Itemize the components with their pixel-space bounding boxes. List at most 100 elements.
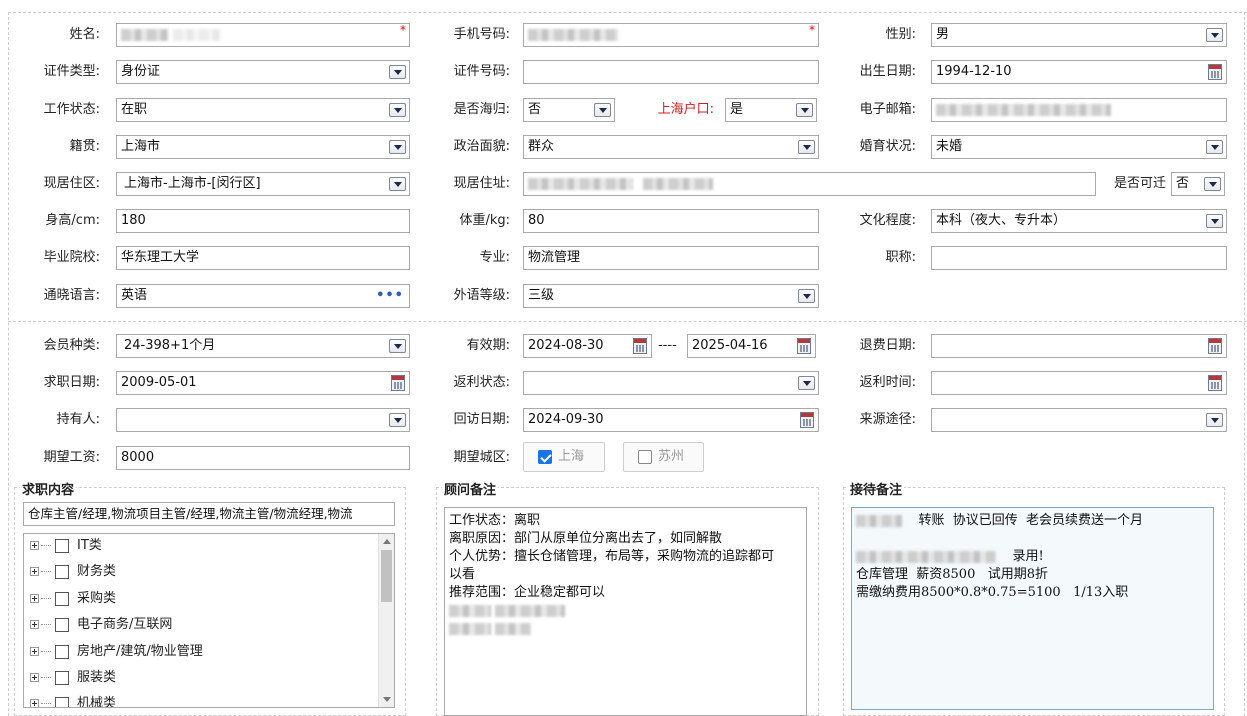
expand-icon[interactable] [30, 620, 39, 629]
checkbox-icon[interactable] [55, 697, 69, 707]
scroll-down-icon[interactable] [383, 697, 391, 702]
education-select[interactable]: 本科（夜大、专升本） [931, 209, 1227, 233]
dropdown-arrow-icon[interactable] [1204, 177, 1221, 191]
redacted-line [449, 602, 802, 620]
refund-date-field[interactable] [931, 334, 1227, 358]
residence-area-select[interactable]: 上海市-上海市-[闵行区] [116, 172, 410, 196]
relocatable-value: 否 [1176, 176, 1190, 191]
dropdown-arrow-icon[interactable] [389, 177, 406, 191]
reception-notes-textarea[interactable]: 转账 协议已回传 老会员续费送一个月 录用! 仓库管理 薪资8500 试用期8折需… [851, 507, 1214, 710]
languages-value: 英语 [121, 288, 148, 303]
work-status-select[interactable]: 在职 [116, 98, 410, 122]
dropdown-arrow-icon[interactable] [1206, 140, 1223, 154]
residence-area-value: 上海市-上海市-[闵行区] [124, 176, 261, 191]
scroll-up-icon[interactable] [383, 539, 391, 544]
email-field[interactable] [931, 98, 1227, 122]
city-option-suzhou[interactable]: 苏州 [623, 442, 704, 472]
note-line: 个人优势：擅长仓储管理，布局等，采购物流的追踪都可 [449, 549, 775, 564]
redacted-text [936, 103, 1111, 116]
gender-value: 男 [936, 27, 950, 42]
language-level-select[interactable]: 三级 [523, 284, 819, 308]
expand-icon[interactable] [30, 541, 39, 550]
height-value: 180 [121, 213, 146, 228]
major-field[interactable]: 物流管理 [523, 246, 819, 270]
dropdown-arrow-icon[interactable] [798, 376, 815, 390]
expand-icon[interactable] [30, 567, 39, 576]
source-select[interactable] [931, 408, 1227, 432]
mobile-field[interactable]: * [523, 23, 819, 47]
calendar-icon[interactable] [797, 338, 811, 354]
dropdown-arrow-icon[interactable] [594, 103, 611, 117]
refund-date-label: 退费日期: [859, 338, 916, 353]
shanghai-hukou-label: 上海户口: [657, 102, 714, 117]
tree-scrollbar[interactable] [378, 534, 394, 707]
checkbox-icon[interactable] [55, 645, 69, 659]
consultant-notes-textarea[interactable]: 工作状态：离职 离职原因：部门从原单位分离出去了，如同解散 个人优势：擅长仓储管理，… [444, 507, 807, 716]
dropdown-arrow-icon[interactable] [798, 289, 815, 303]
rebate-time-field[interactable] [931, 371, 1227, 395]
expand-icon[interactable] [30, 647, 39, 656]
dropdown-arrow-icon[interactable] [389, 339, 406, 353]
note-line-text: 转账 协议已回传 老会员续费送一个月 [918, 513, 1144, 528]
native-place-select[interactable]: 上海市 [116, 135, 410, 159]
member-type-value: 24-398+1个月 [124, 338, 216, 353]
gender-label: 性别: [885, 27, 916, 42]
weight-field[interactable]: 80 [523, 209, 819, 233]
birthdate-field[interactable]: 1994-12-10 [931, 60, 1227, 84]
returnee-select[interactable]: 否 [523, 98, 615, 122]
name-field[interactable]: * [116, 23, 410, 47]
tree-item-label: 机械类 [77, 696, 117, 708]
checked-checkbox-icon[interactable] [538, 450, 552, 464]
dropdown-arrow-icon[interactable] [796, 103, 813, 117]
dropdown-arrow-icon[interactable] [389, 140, 406, 154]
checkbox-icon[interactable] [55, 671, 69, 685]
validity-end-field[interactable]: 2025-04-16 [687, 334, 816, 358]
visit-date-field[interactable]: 2024-09-30 [523, 408, 819, 432]
holder-select[interactable] [116, 408, 410, 432]
unchecked-checkbox-icon[interactable] [638, 450, 652, 464]
id-number-field[interactable] [523, 60, 819, 84]
marital-status-select[interactable]: 未婚 [931, 135, 1227, 159]
calendar-icon[interactable] [633, 338, 647, 354]
calendar-icon[interactable] [800, 412, 814, 428]
dropdown-arrow-icon[interactable] [389, 103, 406, 117]
dropdown-arrow-icon[interactable] [1206, 413, 1223, 427]
job-content-selected-field[interactable]: 仓库主管/经理,物流项目主管/经理,物流主管/物流经理,物流 [23, 502, 395, 526]
dropdown-arrow-icon[interactable] [798, 140, 815, 154]
checkbox-icon[interactable] [55, 592, 69, 606]
languages-field[interactable]: 英语 ••• [116, 284, 410, 308]
gender-select[interactable]: 男 [931, 23, 1227, 47]
calendar-icon[interactable] [1208, 375, 1222, 391]
checkbox-icon[interactable] [55, 618, 69, 632]
school-label: 毕业院校: [43, 250, 100, 265]
residence-address-field[interactable] [523, 172, 1096, 196]
job-date-field[interactable]: 2009-05-01 [116, 371, 410, 395]
validity-start-field[interactable]: 2024-08-30 [523, 334, 652, 358]
more-options-icon[interactable]: ••• [376, 285, 404, 307]
expand-icon[interactable] [30, 673, 39, 682]
city-option-shanghai[interactable]: 上海 [523, 442, 605, 472]
scroll-thumb[interactable] [381, 550, 392, 602]
political-status-select[interactable]: 群众 [523, 135, 819, 159]
expand-icon[interactable] [30, 699, 39, 707]
calendar-icon[interactable] [1208, 338, 1222, 354]
expected-salary-field[interactable]: 8000 [116, 446, 410, 470]
dropdown-arrow-icon[interactable] [389, 413, 406, 427]
title-field[interactable] [931, 246, 1227, 270]
relocatable-select[interactable]: 否 [1171, 172, 1225, 196]
expand-icon[interactable] [30, 594, 39, 603]
calendar-icon[interactable] [391, 375, 405, 391]
job-category-tree[interactable]: IT类 财务类 采购类 电子商务/互联网 房地产/建筑/物业管理 服装类 机械类 [23, 533, 395, 708]
dropdown-arrow-icon[interactable] [1206, 28, 1223, 42]
height-field[interactable]: 180 [116, 209, 410, 233]
id-type-select[interactable]: 身份证 [116, 60, 410, 84]
shanghai-hukou-select[interactable]: 是 [725, 98, 817, 122]
checkbox-icon[interactable] [55, 539, 69, 553]
school-field[interactable]: 华东理工大学 [116, 246, 410, 270]
checkbox-icon[interactable] [55, 565, 69, 579]
member-type-select[interactable]: 24-398+1个月 [116, 334, 410, 358]
calendar-icon[interactable] [1208, 64, 1222, 80]
dropdown-arrow-icon[interactable] [389, 65, 406, 79]
dropdown-arrow-icon[interactable] [1206, 214, 1223, 228]
rebate-status-select[interactable] [523, 371, 819, 395]
